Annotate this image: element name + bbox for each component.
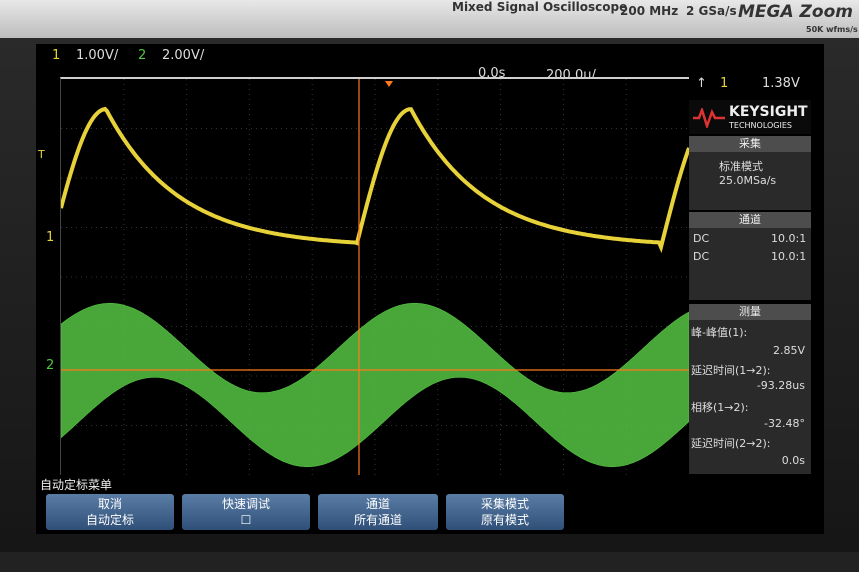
softkey-4-line1: 采集模式 (480, 497, 529, 511)
ch1-number[interactable]: 1 (52, 48, 60, 63)
measure-label-3: 相移(1→2): (691, 401, 749, 414)
measure-label-2: 延迟时间(1→2): (691, 364, 771, 377)
softmenu-title: 自动定标菜单 (40, 478, 113, 492)
keysight-wave-icon (693, 108, 725, 128)
acquire-title: 采集 (689, 136, 811, 152)
waveform-canvas (59, 79, 691, 475)
ch1-scale[interactable]: 1.00V/ (76, 48, 118, 63)
measure-panel[interactable]: 测量 峰-峰值(1): 2.85V 延迟时间(1→2): -93.28us 相移… (689, 304, 811, 474)
trigger-source[interactable]: 1 (720, 76, 728, 91)
softkey-3-line2: 所有通道 (353, 513, 402, 527)
softkey-4-line2: 原有模式 (480, 513, 529, 527)
ch2-coupling: DC (693, 250, 710, 263)
ch1-probe: 10.0:1 (771, 232, 807, 245)
measure-label-1: 峰-峰值(1): (691, 326, 748, 339)
ch2-waveform (60, 303, 690, 467)
acquire-rate: 25.0MSa/s (719, 174, 777, 187)
scope-screen: 1 1.00V/ 2 2.00V/ 0.0s 200.0µ/ 触发 ↑ 1 1.… (36, 44, 824, 534)
front-panel-knobs (0, 552, 859, 572)
brand-sub: 50K wfms/s (806, 25, 858, 34)
measure-value-3: -32.48° (764, 417, 805, 430)
ch2-number[interactable]: 2 (138, 48, 146, 63)
trigger-level[interactable]: 1.38V (762, 76, 800, 91)
logo-sub: TECHNOLOGIES (729, 121, 792, 130)
measure-value-1: 2.85V (772, 344, 805, 357)
acquire-mode: 标准模式 (719, 160, 763, 173)
softkey-cancel-autoscale[interactable]: 取消 自动定标 (46, 494, 174, 530)
softkey-3-line1: 通道 (365, 497, 390, 511)
acquire-panel[interactable]: 采集 标准模式 25.0MSa/s (689, 136, 811, 210)
softkey-acquire-mode[interactable]: 采集模式 原有模式 (446, 494, 564, 530)
trigger-position-marker (385, 81, 393, 87)
ch2-probe: 10.0:1 (771, 250, 807, 263)
waveform-area[interactable] (59, 77, 691, 475)
ch2-ground-marker[interactable]: 2 (46, 358, 54, 373)
measure-value-2: -93.28us (756, 379, 805, 392)
softkey-quick-debug[interactable]: 快速调试 ☐ (182, 494, 310, 530)
trigger-edge-icon: ↑ (696, 76, 707, 91)
model-label: Mixed Signal Oscilloscope (452, 0, 628, 14)
measure-title: 测量 (689, 304, 811, 320)
ch2-scale[interactable]: 2.00V/ (162, 48, 204, 63)
softkey-1-line1: 取消 (97, 497, 122, 511)
channel-title: 通道 (689, 212, 811, 228)
measure-label-4: 延迟时间(2→2): (691, 437, 771, 450)
brand-logo: MEGA Zoom (738, 2, 853, 22)
logo-name: KEYSIGHT (729, 104, 808, 120)
keysight-logo: KEYSIGHT TECHNOLOGIES (689, 100, 811, 134)
channel-panel[interactable]: 通道 DC 10.0:1 DC 10.0:1 (689, 212, 811, 300)
ch1-ground-marker[interactable]: 1 (46, 230, 54, 245)
softkey-2-line2: ☐ (240, 513, 252, 527)
trigger-marker: T (38, 148, 45, 161)
ch1-coupling: DC (693, 232, 710, 245)
softkey-2-line1: 快速调试 (221, 497, 270, 511)
sample-rate-label: 2 GSa/s (686, 4, 737, 18)
measure-value-4: 0.0s (781, 454, 805, 467)
softkey-1-line2: 自动定标 (85, 513, 134, 527)
top-label-strip: Mixed Signal Oscilloscope 200 MHz 2 GSa/… (0, 0, 859, 38)
softkey-channels[interactable]: 通道 所有通道 (318, 494, 438, 530)
bandwidth-label: 200 MHz (620, 4, 679, 18)
